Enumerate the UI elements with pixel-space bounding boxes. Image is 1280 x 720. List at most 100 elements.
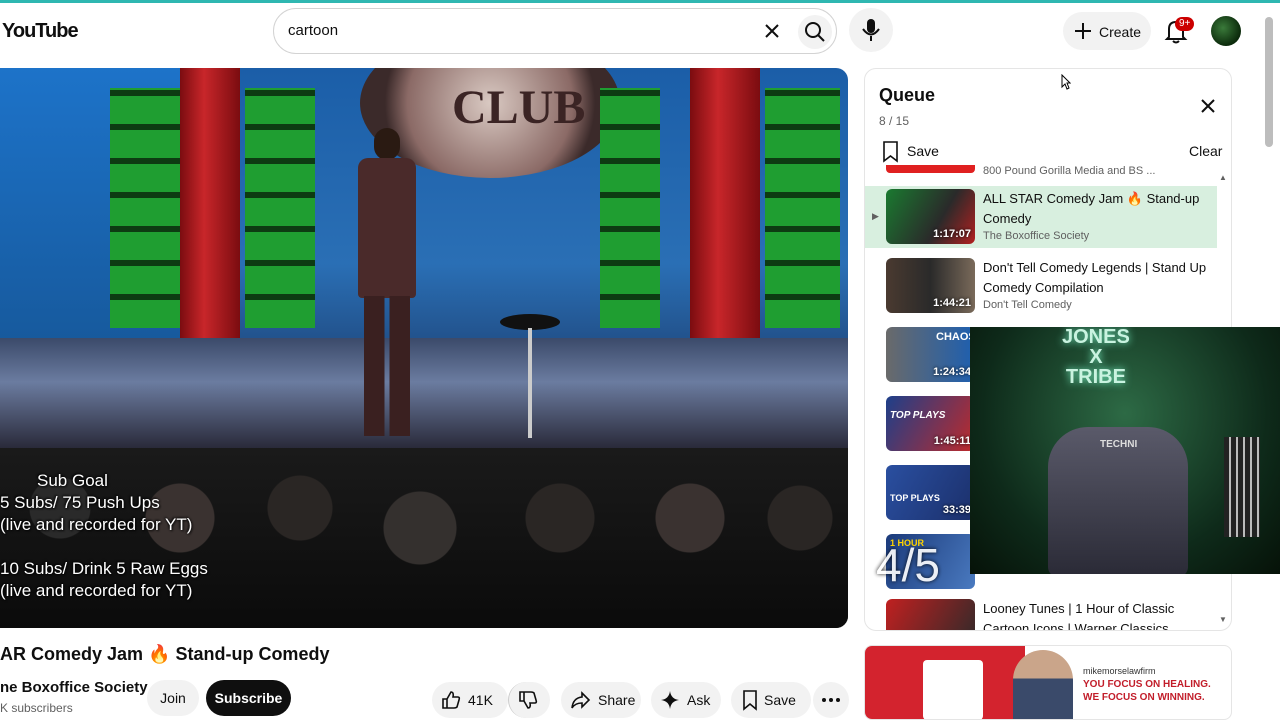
share-button[interactable]: Share — [561, 682, 641, 718]
more-horizontal-icon — [820, 689, 842, 711]
notification-badge: 9+ — [1175, 17, 1195, 31]
duration: 1:17:07 — [933, 228, 971, 240]
overlay-spacer — [0, 536, 208, 558]
bookmark-icon — [881, 141, 901, 163]
now-playing-icon: ▶ — [872, 211, 879, 221]
voice-search-button[interactable] — [849, 8, 893, 52]
share-label: Share — [598, 692, 636, 708]
scroll-up-arrow[interactable]: ▲ — [1219, 173, 1227, 182]
thumbnail — [886, 599, 975, 630]
save-button[interactable]: Save — [731, 682, 811, 718]
goal-counter: 4/5 — [876, 539, 940, 591]
queue-count: 8 / 15 — [879, 114, 910, 128]
scroll-down-arrow[interactable]: ▼ — [1219, 615, 1227, 624]
join-button[interactable]: Join — [147, 680, 199, 716]
like-count: 41K — [468, 692, 493, 708]
neon-sign-line: TRIBE — [1065, 366, 1126, 388]
stool-leg — [528, 328, 532, 438]
youtube-logo[interactable]: YouTube — [2, 20, 79, 43]
neon-sign-line: X — [1089, 346, 1103, 368]
search-input[interactable]: cartoon — [288, 22, 338, 39]
queue-item-title: Looney Tunes | 1 Hour of Classic Cartoon… — [983, 601, 1175, 631]
partial-channel: 800 Pound Gorilla Media and BS ... — [983, 165, 1156, 177]
clear-search-icon[interactable] — [762, 21, 782, 41]
comedian-head — [374, 128, 400, 160]
curtain-left — [180, 68, 240, 358]
page-scrollbar[interactable] — [1265, 17, 1273, 147]
close-icon — [1201, 99, 1215, 113]
create-button[interactable]: Create — [1063, 12, 1151, 50]
dislike-button[interactable] — [508, 682, 550, 718]
thumbs-down-icon — [517, 689, 539, 711]
overlay-line: 10 Subs/ Drink 5 Raw Eggs — [0, 559, 208, 578]
subscribe-button[interactable]: Subscribe — [206, 680, 291, 716]
overlay-line: 5 Subs/ 75 Push Ups — [0, 493, 160, 512]
ad-person — [1013, 650, 1073, 719]
queue-item[interactable]: ▶ 1:17:07 ALL STAR Comedy Jam 🔥 Stand-up… — [865, 186, 1217, 248]
sub-goal-overlay: Sub Goal 5 Subs/ 75 Push Ups (live and r… — [0, 470, 208, 602]
thumbnail-text: TOP PLAYS — [890, 410, 946, 421]
neon-sign: JONES X TRIBE — [1062, 327, 1130, 387]
overlay-line: (live and recorded for YT) — [0, 581, 193, 600]
thumbnail-text: TOP PLAYS — [890, 493, 940, 503]
avatar[interactable] — [1211, 16, 1241, 46]
comedian-suit — [358, 158, 416, 298]
green-light-panel — [600, 88, 660, 328]
top-bar: YouTube cartoon Create 9+ — [0, 0, 1280, 147]
save-label: Save — [764, 692, 796, 708]
ad-headline: WE FOCUS ON WINNING. — [1083, 692, 1205, 703]
duration: 1:45:11 — [933, 435, 971, 447]
ad-card — [923, 660, 983, 719]
thumbs-up-icon — [440, 689, 462, 711]
green-light-panel — [765, 88, 840, 328]
partial-thumbnail — [886, 165, 975, 173]
flag-decoration — [1224, 437, 1260, 537]
comedian — [346, 128, 426, 448]
club-sign-text: CLUB — [452, 81, 586, 134]
queue-clear-button[interactable]: Clear — [1189, 143, 1222, 159]
thumbnail: TOP PLAYS 1:45:11 — [886, 396, 975, 451]
overlay-line: (live and recorded for YT) — [0, 515, 193, 534]
search-button[interactable] — [798, 15, 832, 49]
video-player[interactable]: S' CLUB Sub Goal 5 Subs/ 75 Push Ups (li… — [0, 68, 848, 628]
ask-label: Ask — [687, 692, 711, 708]
webcam-overlay: JONES X TRIBE TECHNI — [970, 327, 1280, 574]
queue-item-title: ALL STAR Comedy Jam 🔥 Stand-up Comedy — [983, 191, 1200, 226]
plus-icon — [1073, 21, 1093, 41]
queue-item-title: Don't Tell Comedy Legends | Stand Up Com… — [983, 260, 1207, 295]
queue-title: Queue — [879, 85, 936, 105]
green-light-panel — [110, 88, 180, 328]
duration: 1:24:34 — [933, 366, 971, 378]
microphone-icon — [862, 19, 880, 41]
bar-stool — [500, 314, 560, 444]
ad-brand: mikemorselawfirm — [1083, 666, 1156, 676]
share-icon — [569, 689, 591, 711]
duration: 33:39 — [942, 504, 971, 516]
search-icon — [805, 22, 825, 42]
overlay-line: Sub Goal — [37, 471, 108, 490]
like-button[interactable]: 41K — [432, 682, 508, 718]
ad-headline: YOU FOCUS ON HEALING. — [1083, 679, 1211, 690]
search-box[interactable]: cartoon — [273, 8, 837, 54]
thumbnail: 1:44:21 — [886, 258, 975, 313]
sparkle-icon — [659, 689, 681, 711]
subscriber-count: K subscribers — [0, 701, 73, 715]
queue-item-channel: The Boxoffice Society — [983, 230, 1090, 242]
close-queue-button[interactable] — [1197, 95, 1219, 117]
ask-button[interactable]: Ask — [651, 682, 721, 718]
duration: 1:44:21 — [933, 297, 971, 309]
video-title: AR Comedy Jam 🔥 Stand-up Comedy — [0, 644, 330, 664]
create-label: Create — [1099, 24, 1142, 40]
neon-sign-line: JONES — [1062, 327, 1130, 348]
queue-item[interactable]: 1:44:21 Don't Tell Comedy Legends | Stan… — [865, 255, 1217, 317]
chair-logo: TECHNI — [1100, 439, 1138, 450]
channel-name[interactable]: ne Boxoffice Society — [0, 679, 148, 696]
ad-banner[interactable]: mikemorselawfirm YOU FOCUS ON HEALING. W… — [864, 645, 1232, 720]
queue-item[interactable]: Looney Tunes | 1 Hour of Classic Cartoon… — [865, 596, 1217, 631]
thumbnail: 1:17:07 — [886, 189, 975, 244]
bookmark-icon — [739, 689, 761, 711]
curtain-right — [690, 68, 760, 358]
thumbnail: CHAOS 1:24:34 — [886, 327, 975, 382]
queue-save-label: Save — [907, 143, 939, 159]
more-actions-button[interactable] — [813, 682, 849, 718]
